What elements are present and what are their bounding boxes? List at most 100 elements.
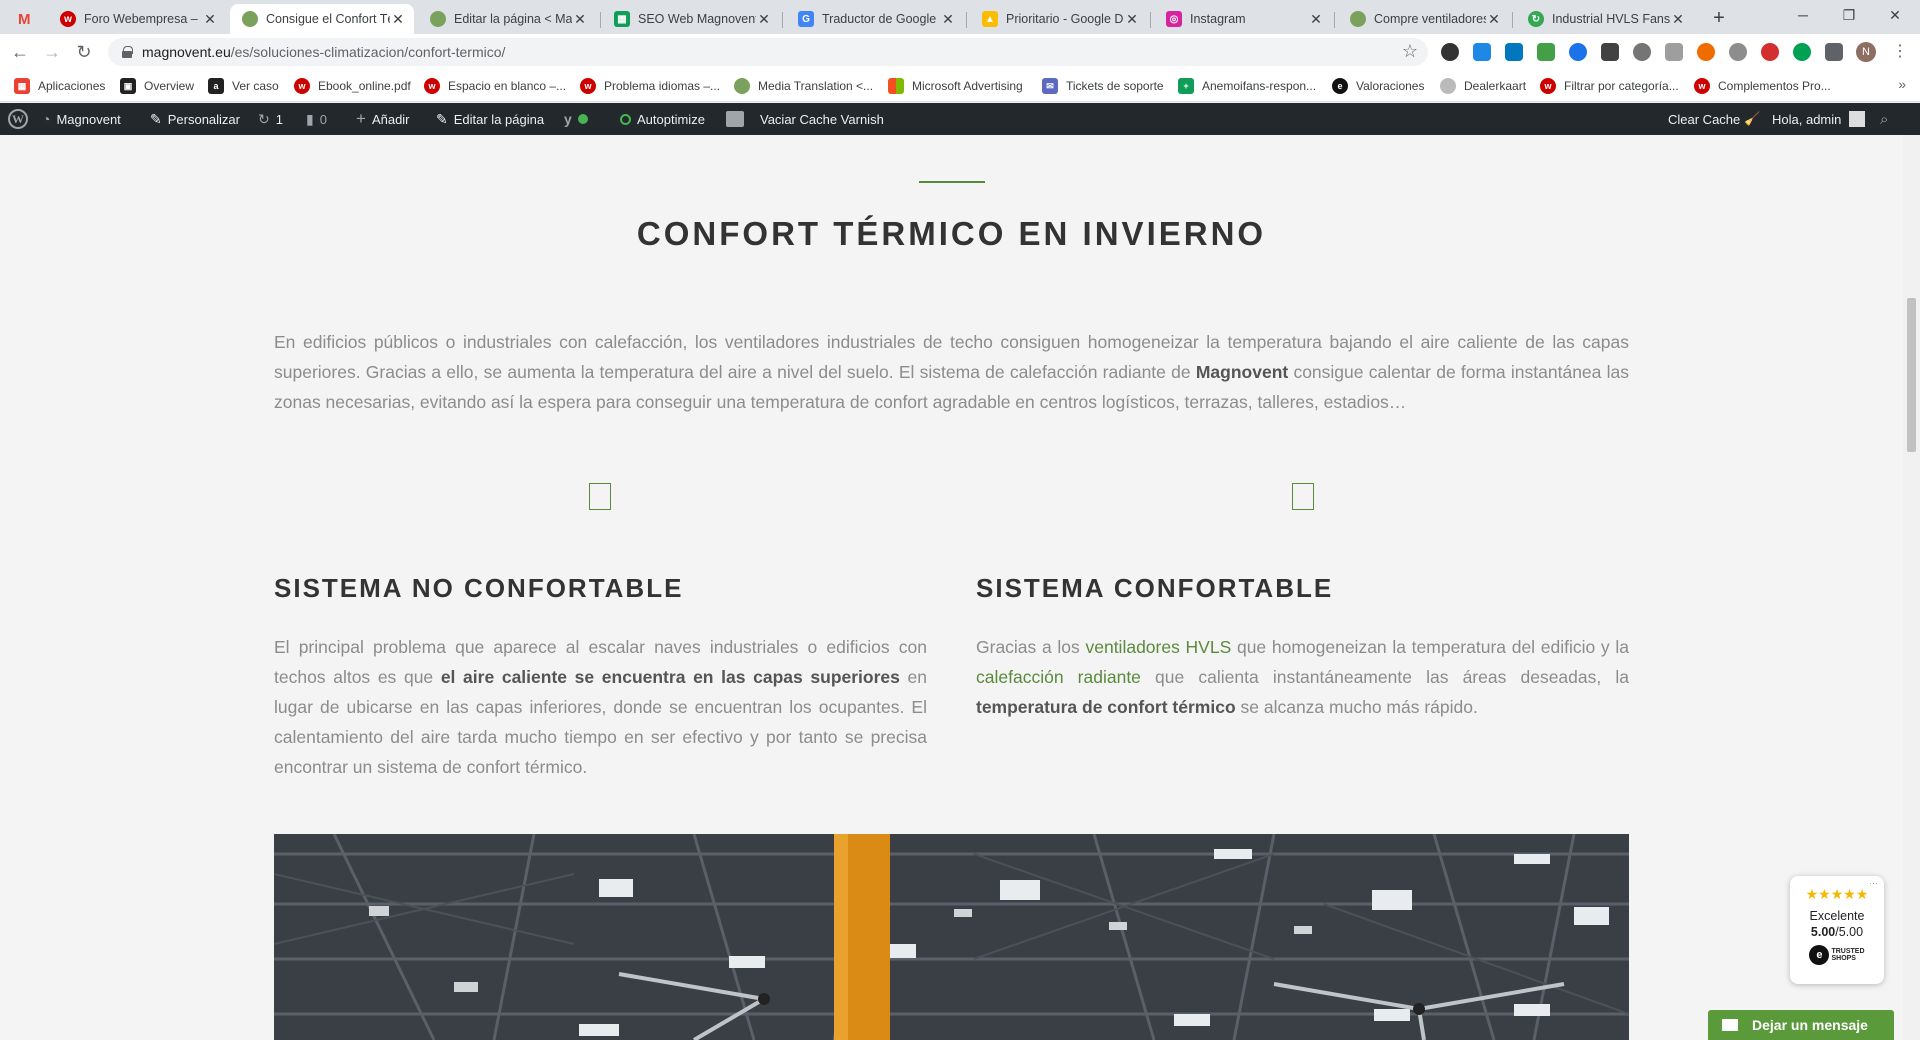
tab-close-icon[interactable]: ✕ — [1670, 11, 1686, 28]
bookmark-star-icon[interactable]: ☆ — [1402, 41, 1418, 62]
bookmark-item[interactable]: w Complementos Pro... — [1694, 77, 1831, 95]
extension-icon[interactable] — [1569, 43, 1587, 61]
bookmark-item[interactable]: Media Translation <... — [734, 77, 873, 95]
restore-button[interactable]: ❐ — [1826, 0, 1872, 32]
seo-status-dot — [577, 114, 588, 124]
bookmark-item[interactable]: w Problema idiomas –... — [580, 77, 720, 95]
forward-button[interactable]: → — [40, 40, 64, 64]
tab-editar-pagina[interactable]: Editar la página < Mag ✕ — [418, 4, 596, 34]
sheets-icon: ▦ — [614, 11, 630, 27]
wp-varnish-label: Vaciar Cache Varnish — [760, 111, 884, 127]
bookmark-item[interactable]: w Espacio en blanco –... — [424, 77, 566, 95]
bookmark-label: Anemoifans-respon... — [1202, 79, 1317, 93]
tab-industrial-hvls[interactable]: ↻ Industrial HVLS Fans - ✕ — [1516, 4, 1694, 34]
tab-compre-ventiladores[interactable]: Compre ventiladores y ✕ — [1338, 4, 1510, 34]
extension-icon[interactable] — [1633, 43, 1651, 61]
wp-add-new[interactable]: + Añadir — [356, 103, 410, 135]
extension-icon[interactable] — [1601, 43, 1619, 61]
minimize-button[interactable]: ─ — [1780, 0, 1826, 32]
wp-customize[interactable]: ✎ Personalizar — [150, 103, 240, 135]
wp-autoptimize[interactable]: Autoptimize — [620, 103, 705, 135]
tab-consigue-confort[interactable]: Consigue el Confort Té ✕ — [230, 4, 414, 34]
wp-search-icon[interactable]: ⌕ — [1880, 103, 1888, 135]
yoast-seo-menu[interactable]: y — [564, 103, 588, 135]
trusted-shops-badge[interactable]: ··· ★★★★★ Excelente 5.00/5.00 e TRUSTED S… — [1790, 876, 1884, 984]
profile-avatar[interactable]: N — [1856, 42, 1876, 62]
tab-seo-web[interactable]: ▦ SEO Web Magnovent ✕ — [602, 4, 780, 34]
sheets-icon: + — [1178, 78, 1194, 94]
hvls-fans-link[interactable]: ventiladores HVLS — [1085, 637, 1231, 657]
wp-edit-page[interactable]: ✎ Editar la página — [436, 103, 544, 135]
bookmark-item[interactable]: Microsoft Advertising — [888, 77, 1023, 95]
tab-close-icon[interactable]: ✕ — [756, 11, 772, 28]
bookmark-item[interactable]: w Filtrar por categoría... — [1540, 77, 1679, 95]
new-tab-button[interactable]: + — [1706, 6, 1732, 32]
extension-icon[interactable] — [1697, 43, 1715, 61]
bookmark-label: Valoraciones — [1356, 79, 1425, 93]
tab-close-icon[interactable]: ✕ — [1308, 11, 1324, 28]
extension-icon[interactable] — [1441, 43, 1459, 61]
placeholder-icon — [1292, 483, 1314, 510]
reload-button[interactable]: ↻ — [72, 40, 96, 64]
gmail-pinned-tab[interactable]: M — [10, 4, 44, 34]
bookmark-item[interactable]: w Ebook_online.pdf — [294, 77, 411, 95]
wp-edit-page-label: Editar la página — [453, 111, 545, 127]
wp-site-name[interactable]: ◔ Magnovent — [42, 103, 121, 135]
bookmark-item[interactable]: ▦ Aplicaciones — [14, 77, 105, 95]
bookmark-item[interactable]: ▣ Overview — [120, 77, 194, 95]
tab-close-icon[interactable]: ✕ — [940, 11, 956, 28]
page-content: CONFORT TÉRMICO EN INVIERNO En edificios… — [0, 135, 1903, 1040]
wp-varnish[interactable]: Vaciar Cache Varnish — [726, 103, 884, 135]
tab-traductor[interactable]: G Traductor de Google ✕ — [786, 4, 964, 34]
broom-icon: 🧹 — [1744, 111, 1761, 126]
ticket-icon: ✉ — [1042, 78, 1058, 94]
more-icon[interactable]: ··· — [1869, 878, 1878, 888]
extension-icon[interactable] — [1729, 43, 1747, 61]
bookmark-item[interactable]: Dealerkaart — [1440, 77, 1526, 95]
leave-message-button[interactable]: Dejar un mensaje — [1708, 1010, 1894, 1040]
wp-updates[interactable]: ↻ 1 — [258, 103, 283, 135]
close-window-button[interactable]: ✕ — [1872, 0, 1918, 32]
amazon-icon: a — [208, 78, 224, 94]
webempresa-icon: w — [424, 78, 440, 94]
address-bar[interactable]: magnovent.eu/es/soluciones-climatizacion… — [108, 38, 1428, 66]
right-text: se alcanza mucho más rápido. — [1235, 697, 1478, 717]
tab-instagram[interactable]: ◎ Instagram ✕ — [1154, 4, 1332, 34]
extension-icon[interactable] — [1665, 43, 1683, 61]
tab-prioritario-drive[interactable]: ▲ Prioritario - Google Dr ✕ — [970, 4, 1148, 34]
wp-account[interactable]: Hola, admin — [1772, 103, 1866, 135]
drive-icon: ▲ — [982, 11, 998, 27]
wp-clear-cache[interactable]: Clear Cache 🧹 — [1668, 103, 1760, 135]
wp-comments[interactable]: ▮ 0 — [306, 103, 327, 135]
tab-close-icon[interactable]: ✕ — [202, 11, 218, 28]
tab-title: Consigue el Confort Té — [266, 12, 390, 26]
left-bold-text: el aire caliente se encuentra en las cap… — [440, 667, 900, 687]
radiant-heating-link[interactable]: calefacción radiante — [976, 667, 1141, 687]
extension-icon[interactable] — [1537, 43, 1555, 61]
back-button[interactable]: ← — [8, 40, 32, 64]
tab-title: Instagram — [1190, 12, 1246, 26]
tab-close-icon[interactable]: ✕ — [1486, 11, 1502, 28]
menu-kebab-icon[interactable]: ⋮ — [1888, 40, 1912, 64]
extension-icon[interactable] — [1761, 43, 1779, 61]
bookmark-label: Filtrar por categoría... — [1564, 79, 1679, 93]
tab-close-icon[interactable]: ✕ — [390, 11, 406, 28]
bookmarks-overflow-icon[interactable]: » — [1898, 76, 1906, 92]
tab-close-icon[interactable]: ✕ — [572, 11, 588, 28]
tab-foro-webempresa[interactable]: w Foro Webempresa – Fo ✕ — [48, 4, 226, 34]
bookmark-item[interactable]: e Valoraciones — [1332, 77, 1424, 95]
page-scrollbar[interactable] — [1903, 135, 1920, 1040]
bookmark-item[interactable]: + Anemoifans-respon... — [1178, 77, 1316, 95]
tab-close-icon[interactable]: ✕ — [1124, 11, 1140, 28]
extension-icon[interactable] — [1505, 43, 1523, 61]
brand-name: Magnovent — [1195, 362, 1289, 382]
bookmark-item[interactable]: a Ver caso — [208, 77, 279, 95]
puzzle-icon[interactable] — [1825, 43, 1843, 61]
scrollbar-thumb[interactable] — [1907, 298, 1916, 452]
extension-icon[interactable] — [1473, 43, 1491, 61]
extension-icon[interactable] — [1793, 43, 1811, 61]
tab-title: Prioritario - Google Dr — [1006, 12, 1124, 26]
pencil-icon: ✎ — [436, 110, 448, 127]
wordpress-logo-icon[interactable]: W — [8, 103, 28, 135]
bookmark-item[interactable]: ✉ Tickets de soporte — [1042, 77, 1164, 95]
